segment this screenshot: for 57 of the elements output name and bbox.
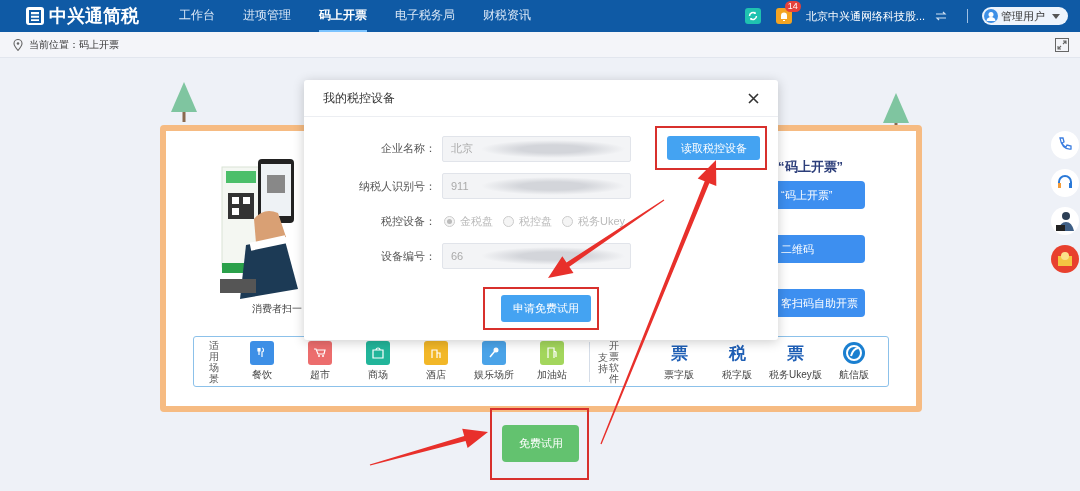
radio-option[interactable]: 税务Ukey (562, 212, 626, 230)
software-label: 税字版 (722, 368, 752, 382)
nav-tab[interactable]: 财税资讯 (483, 0, 531, 32)
breadcrumb-text: 当前位置：码上开票 (29, 38, 119, 52)
nav-tab[interactable]: 进项管理 (243, 0, 291, 32)
tree-icon (170, 82, 198, 122)
company-name: 北京中兴通网络科技股... (805, 8, 925, 24)
caption-text: 消费者扫一 (252, 302, 302, 316)
software-logo: 税 (727, 341, 747, 365)
phone-icon[interactable] (1050, 130, 1080, 160)
gift-icon[interactable] (1050, 244, 1080, 274)
scene-label: 酒店 (426, 368, 446, 382)
software-label: 票字版 (664, 368, 694, 382)
radio-option[interactable]: 税控盘 (503, 212, 552, 230)
field-label: 企业名称： (380, 140, 436, 156)
avatar-icon (984, 9, 998, 23)
scene-icon (250, 341, 274, 365)
software-label: 税务Ukey版 (769, 368, 822, 382)
vertical-label: 支持 (598, 351, 608, 374)
swap-icon[interactable] (935, 11, 947, 21)
field-label: 纳税人识别号： (358, 178, 436, 194)
scene-label: 加油站 (537, 368, 567, 382)
scene-label: 餐饮 (252, 368, 272, 382)
caret-icon (1052, 13, 1060, 19)
section-title: “码上开票” (778, 158, 843, 176)
location-pin-icon (13, 38, 23, 51)
apply-trial-button[interactable]: 申请免费试用 (501, 295, 591, 322)
close-icon[interactable] (748, 92, 759, 104)
radio-option[interactable]: 金税盘 (444, 212, 493, 230)
step-button[interactable]: “码上开票” (778, 181, 865, 209)
headset-icon[interactable] (1050, 168, 1080, 198)
field-label: 设备编号： (380, 248, 436, 264)
nav-tab[interactable]: 电子税务局 (395, 0, 455, 32)
dialog-title: 我的税控设备 (323, 90, 395, 107)
step-button[interactable]: 客扫码自助开票 (778, 289, 865, 317)
expand-icon[interactable] (1055, 37, 1069, 52)
refresh-icon[interactable] (744, 8, 761, 24)
software-logo: 票 (669, 341, 689, 365)
step-button[interactable]: 二维码 (778, 235, 865, 263)
field-label: 税控设备： (380, 213, 436, 229)
logo-icon (25, 6, 45, 26)
nav-tab[interactable]: 工作台 (179, 0, 215, 32)
user-menu[interactable]: 管理用户 (982, 7, 1068, 25)
circle-logo-icon (841, 341, 866, 365)
scene-label: 超市 (310, 368, 330, 382)
software-label: 航信版 (838, 368, 869, 382)
software-logo: 票 (785, 341, 805, 365)
scene-label: 商场 (368, 368, 388, 382)
vertical-label: 开票软件 (609, 339, 619, 384)
notification-badge: 14 (784, 1, 801, 12)
vertical-label: 适用场景 (209, 339, 219, 384)
support-agent-icon[interactable] (1050, 206, 1080, 236)
logo-text: 中兴通简税 (49, 4, 139, 28)
bell-icon[interactable] (775, 8, 792, 24)
scene-label: 娱乐场所 (474, 368, 514, 382)
free-trial-button[interactable]: 免费试用 (502, 425, 579, 462)
read-device-button[interactable]: 读取税控设备 (667, 136, 760, 160)
